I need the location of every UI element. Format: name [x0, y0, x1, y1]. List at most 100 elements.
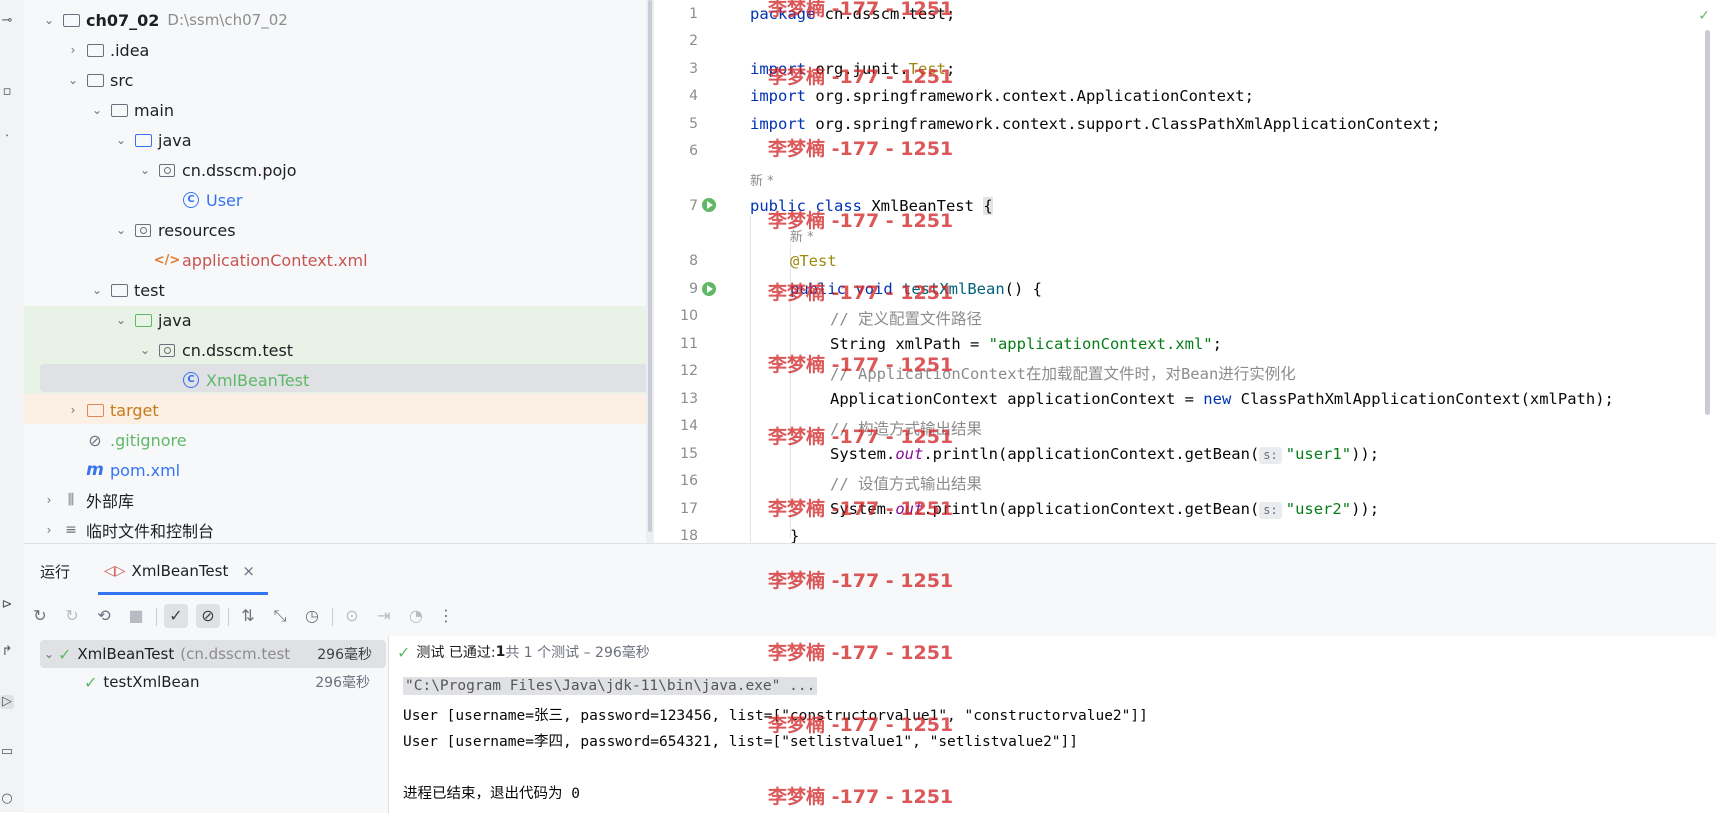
- tree-item-idea[interactable]: › .idea: [24, 35, 654, 65]
- run-tab-bar: 运行 ◁▷ XmlBeanTest ×: [24, 544, 1716, 596]
- panel-splitter[interactable]: [646, 0, 654, 543]
- code-line-18: }: [790, 527, 800, 543]
- test-name: testXmlBean: [103, 673, 200, 691]
- chevron-right-icon[interactable]: ›: [64, 403, 82, 417]
- run-tool-icon[interactable]: ▷: [0, 695, 14, 709]
- tree-root[interactable]: ⌄ ch07_02 D:\ssm\ch07_02: [24, 5, 654, 35]
- chevron-down-icon[interactable]: ⌄: [112, 313, 130, 327]
- collapse-all-icon[interactable]: ⤡: [268, 604, 292, 628]
- tab-label: XmlBeanTest: [131, 562, 229, 580]
- tree-item-label: main: [134, 100, 174, 120]
- tree-item-pom[interactable]: m pom.xml: [24, 455, 654, 485]
- structure-icon[interactable]: ▫: [0, 85, 14, 99]
- test-results-tree: ⌄ ✓ XmlBeanTest (cn.dsscm.test 296毫秒 ✓ t…: [24, 636, 389, 813]
- tree-item-label: java: [158, 130, 192, 150]
- chevron-down-icon[interactable]: ⌄: [88, 283, 106, 297]
- line-number: 2: [689, 33, 698, 49]
- services-icon[interactable]: ⊳: [0, 598, 14, 612]
- tree-item-test-java[interactable]: ⌄ java: [24, 305, 654, 335]
- library-icon: ⫼: [67, 492, 75, 508]
- code-line-17: System.out.println(applicationContext.ge…: [830, 500, 1380, 519]
- console-line: User [username=李四, password=654321, list…: [403, 734, 1079, 750]
- author-hint[interactable]: 新 *: [790, 226, 814, 245]
- tree-item-target[interactable]: › target: [24, 395, 654, 425]
- run-toolbar: ↻ ↻ ⟲ ■ ✓ ⊘ ⇅ ⤡ ◷ ⊙ ⇥ ◔ ⋮: [24, 596, 1716, 636]
- chevron-down-icon[interactable]: ⌄: [88, 103, 106, 117]
- camera-icon[interactable]: ⊙: [340, 604, 364, 628]
- more-icon[interactable]: ⋅: [0, 130, 14, 144]
- tree-item-label: resources: [158, 220, 236, 240]
- code-editor[interactable]: ✓ 1 2 3 4 5 6 7 8 9 10 11 12 13 14 15 16…: [654, 0, 1716, 543]
- coverage-icon[interactable]: ◔: [404, 604, 428, 628]
- tree-item-xmlbeantest[interactable]: C XmlBeanTest: [24, 365, 654, 395]
- run-title: 运行: [40, 563, 71, 581]
- chevron-down-icon[interactable]: ⌄: [112, 223, 130, 237]
- tree-item-pojo-package[interactable]: ⌄ cn.dsscm.pojo: [24, 155, 654, 185]
- tree-item-appcontext-xml[interactable]: </> applicationContext.xml: [24, 245, 654, 275]
- more-options-icon[interactable]: ⋮: [434, 604, 458, 628]
- tree-item-label: src: [110, 70, 134, 90]
- source-folder-icon: [134, 133, 152, 147]
- xml-file-icon: </>: [153, 252, 181, 268]
- chevron-down-icon[interactable]: ⌄: [40, 13, 58, 27]
- commit-icon[interactable]: ⊸: [0, 14, 14, 28]
- tree-item-main[interactable]: ⌄ main: [24, 95, 654, 125]
- run-method-gutter-icon[interactable]: [702, 282, 716, 296]
- tree-item-label: 临时文件和控制台: [86, 522, 215, 541]
- chevron-down-icon[interactable]: ⌄: [136, 163, 154, 177]
- code-line-15: System.out.println(applicationContext.ge…: [830, 445, 1380, 464]
- editor-scrollbar[interactable]: [1705, 30, 1710, 415]
- toggle-auto-test-icon[interactable]: ⟲: [92, 604, 116, 628]
- tree-item-external-libs[interactable]: › ⫼ 外部库: [24, 485, 654, 515]
- test-case-row[interactable]: ✓ testXmlBean 296毫秒: [40, 668, 386, 696]
- test-suite-row[interactable]: ⌄ ✓ XmlBeanTest (cn.dsscm.test 296毫秒: [40, 640, 386, 668]
- chevron-right-icon[interactable]: ›: [40, 493, 58, 507]
- tab-xmlbeantest[interactable]: ◁▷ XmlBeanTest ×: [104, 554, 255, 588]
- code-line-1: package cn.dsscm.test;: [750, 5, 956, 23]
- console-line: 进程已结束，退出代码为 0: [403, 786, 580, 802]
- chevron-right-icon[interactable]: ›: [40, 523, 58, 537]
- code-line-10: // 定义配置文件路径: [830, 310, 982, 328]
- tree-item-user[interactable]: C User: [24, 185, 654, 215]
- tree-item-label: pom.xml: [110, 460, 181, 480]
- module-folder-icon: [62, 13, 80, 27]
- line-number: 7: [689, 198, 698, 214]
- stop-icon[interactable]: ■: [124, 604, 148, 628]
- chevron-down-icon[interactable]: ⌄: [112, 133, 130, 147]
- tree-item-src[interactable]: ⌄ src: [24, 65, 654, 95]
- tree-item-resources[interactable]: ⌄ resources: [24, 215, 654, 245]
- sort-icon[interactable]: ⇅: [236, 604, 260, 628]
- line-number: 17: [680, 501, 698, 517]
- inspection-ok-icon[interactable]: ✓: [1698, 8, 1710, 24]
- tree-item-test-package[interactable]: ⌄ cn.dsscm.test: [24, 335, 654, 365]
- chevron-down-icon[interactable]: ⌄: [40, 647, 58, 661]
- tree-item-main-java[interactable]: ⌄ java: [24, 125, 654, 155]
- test-duration: 296毫秒: [315, 675, 370, 691]
- problems-icon[interactable]: ○: [0, 792, 14, 806]
- history-icon[interactable]: ◷: [300, 604, 324, 628]
- resources-folder-icon: [135, 223, 151, 237]
- author-hint[interactable]: 新 *: [750, 170, 774, 189]
- run-class-gutter-icon[interactable]: [702, 198, 716, 212]
- rerun-failed-icon[interactable]: ↻: [60, 604, 84, 628]
- chevron-right-icon[interactable]: ›: [64, 43, 82, 57]
- test-package: (cn.dsscm.test: [180, 645, 291, 663]
- status-prefix: 测试 已通过:: [416, 645, 496, 661]
- show-passed-icon[interactable]: ✓: [164, 604, 188, 628]
- git-icon[interactable]: ↱: [0, 645, 14, 659]
- rerun-icon[interactable]: ↻: [28, 604, 52, 628]
- show-ignored-icon[interactable]: ⊘: [196, 604, 220, 628]
- line-number: 10: [680, 308, 698, 324]
- close-icon[interactable]: ×: [242, 562, 255, 580]
- import-tests-icon[interactable]: ⇥: [372, 604, 396, 628]
- terminal-icon[interactable]: ▭: [0, 745, 14, 759]
- tree-item-gitignore[interactable]: ⊘ .gitignore: [24, 425, 654, 455]
- chevron-down-icon[interactable]: ⌄: [64, 73, 82, 87]
- passed-icon: ✓: [58, 644, 72, 664]
- scratches-icon: ≡: [65, 522, 77, 538]
- tree-item-scratches[interactable]: › ≡ 临时文件和控制台: [24, 515, 654, 543]
- indent-guide: [750, 216, 751, 543]
- chevron-down-icon[interactable]: ⌄: [136, 343, 154, 357]
- tree-item-test[interactable]: ⌄ test: [24, 275, 654, 305]
- console-output[interactable]: ✓ 测试 已通过: 1 共 1 个测试 – 296毫秒 "C:\Program …: [389, 636, 1716, 813]
